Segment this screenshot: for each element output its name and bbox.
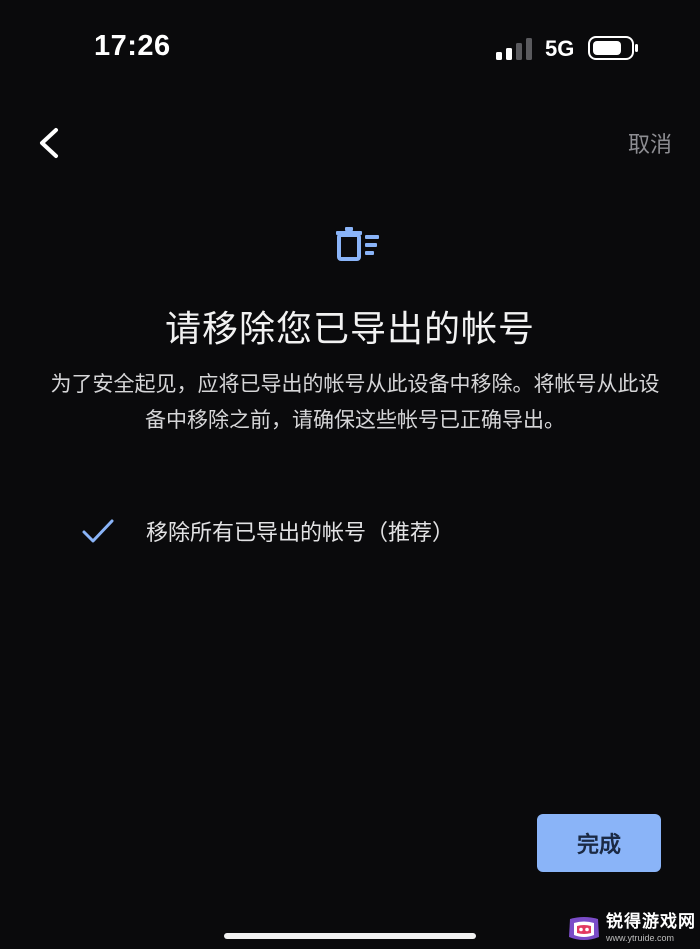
watermark-title: 锐得游戏网 <box>606 912 696 932</box>
done-button[interactable]: 完成 <box>537 814 661 872</box>
cancel-button[interactable]: 取消 <box>628 127 672 159</box>
status-bar: 17:26 5G <box>0 0 700 90</box>
home-indicator[interactable] <box>224 933 476 939</box>
watermark-url: www.ytruide.com <box>606 933 675 943</box>
status-time: 17:26 <box>94 30 171 62</box>
signal-icon <box>496 38 532 60</box>
back-button[interactable] <box>30 122 70 164</box>
page-description: 为了安全起见，应将已导出的帐号从此设备中移除。将帐号从此设备中移除之前，请确保这… <box>50 372 660 432</box>
page-title: 请移除您已导出的帐号 <box>164 309 535 350</box>
network-type: 5G <box>545 36 575 61</box>
delete-list-icon <box>336 227 379 261</box>
gamepad-logo-icon <box>569 916 599 940</box>
remove-exported-accounts-option[interactable]: 移除所有已导出的帐号（推荐） <box>80 506 640 556</box>
option-label: 移除所有已导出的帐号（推荐） <box>146 521 455 546</box>
battery-icon <box>588 36 638 60</box>
chevron-left-icon <box>40 128 58 158</box>
watermark: 锐得游戏网 www.ytruide.com <box>566 908 700 949</box>
check-icon <box>82 519 114 543</box>
